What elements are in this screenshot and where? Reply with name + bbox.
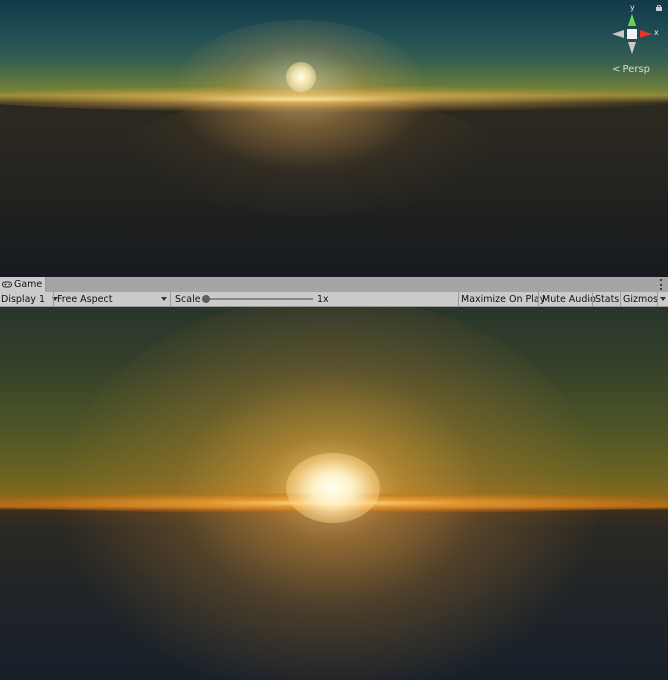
gizmo-y-axis-icon[interactable] bbox=[628, 14, 636, 26]
aspect-dropdown-value: Free Aspect bbox=[57, 293, 113, 305]
lock-icon[interactable] bbox=[656, 5, 662, 11]
gizmo-neg-y-axis-icon[interactable] bbox=[628, 42, 636, 54]
mute-audio-label: Mute Audio bbox=[542, 293, 596, 305]
scale-value-text: 1x bbox=[317, 293, 329, 305]
projection-toggle[interactable]: < Persp bbox=[612, 64, 650, 75]
maximize-on-play-label: Maximize On Play bbox=[461, 293, 546, 305]
game-viewport[interactable] bbox=[0, 307, 668, 680]
toolbar-divider bbox=[53, 292, 54, 306]
gizmo-x-axis-icon[interactable] bbox=[640, 30, 652, 38]
unity-editor: y x < Persp Game Display 1 Free Aspect S… bbox=[0, 0, 668, 680]
scale-label-text: Scale bbox=[175, 293, 201, 305]
gizmos-toggle[interactable]: Gizmos bbox=[623, 292, 658, 306]
chevron-down-icon bbox=[161, 297, 167, 301]
scale-label: Scale bbox=[175, 292, 201, 306]
scale-slider-handle[interactable] bbox=[202, 295, 210, 303]
scale-value: 1x bbox=[317, 292, 329, 306]
gizmos-label: Gizmos bbox=[623, 293, 659, 305]
gizmo-neg-x-axis-icon[interactable] bbox=[612, 30, 624, 38]
chevron-down-icon bbox=[660, 297, 666, 301]
toolbar-divider bbox=[458, 292, 459, 306]
scale-slider-track[interactable] bbox=[207, 298, 313, 300]
toolbar-divider bbox=[620, 292, 621, 306]
perspective-icon: < bbox=[612, 64, 621, 75]
toolbar-divider bbox=[592, 292, 593, 306]
projection-label: Persp bbox=[622, 64, 651, 75]
maximize-on-play-toggle[interactable]: Maximize On Play bbox=[461, 292, 545, 306]
toolbar-divider bbox=[538, 292, 539, 306]
scene-viewport[interactable]: y x < Persp bbox=[0, 0, 668, 277]
gizmo-center-cube-icon[interactable] bbox=[627, 29, 637, 39]
game-tab-bar: Game bbox=[0, 277, 668, 293]
scene-horizon bbox=[0, 86, 668, 112]
gizmo-x-label: x bbox=[654, 28, 659, 37]
aspect-dropdown[interactable]: Free Aspect bbox=[57, 292, 169, 306]
scene-ground-glow bbox=[120, 96, 500, 216]
tab-game-label: Game bbox=[14, 279, 43, 290]
panel-menu-icon[interactable] bbox=[659, 279, 662, 290]
gizmo-y-label: y bbox=[630, 3, 635, 12]
scene-sun bbox=[286, 62, 316, 92]
tab-game[interactable]: Game bbox=[0, 277, 46, 292]
display-dropdown-value: Display 1 bbox=[1, 293, 46, 305]
toolbar-divider bbox=[170, 292, 171, 306]
game-toolbar: Display 1 Free Aspect Scale 1x Maximize … bbox=[0, 292, 668, 307]
stats-toggle[interactable]: Stats bbox=[595, 292, 619, 306]
gizmos-dropdown[interactable] bbox=[658, 292, 668, 306]
gamepad-icon bbox=[2, 281, 12, 288]
mute-audio-toggle[interactable]: Mute Audio bbox=[542, 292, 596, 306]
game-sun bbox=[286, 453, 380, 523]
stats-label: Stats bbox=[595, 293, 620, 305]
display-dropdown[interactable]: Display 1 bbox=[0, 292, 59, 306]
